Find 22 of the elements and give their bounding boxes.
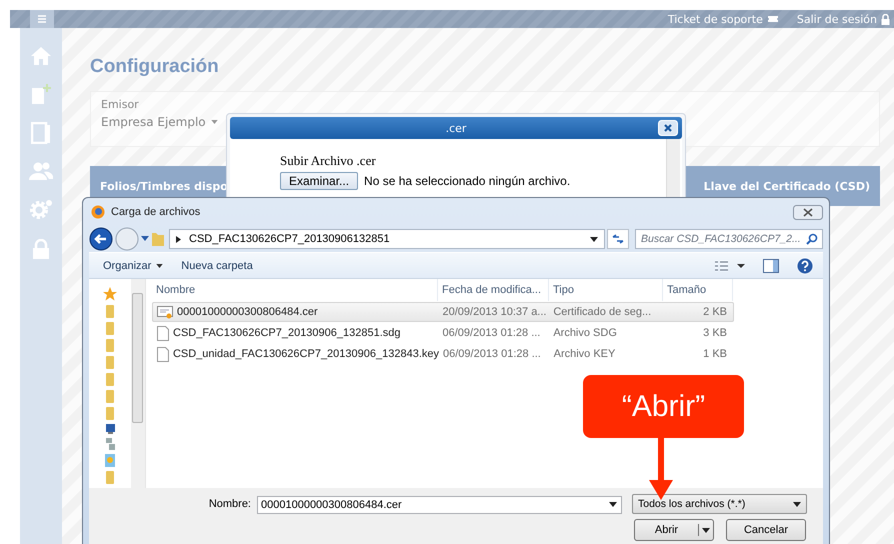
table-cell-text: Archivo KEY (552, 348, 616, 360)
table-cell-text: 06/09/2013 01:28 ... (442, 327, 542, 339)
file-name: CSD_unidad_FAC130626CP7_20130906_132843.key (172, 348, 439, 360)
modal-title: .cer (446, 122, 466, 134)
section-heading: Llave del Certificado (CSD) (704, 180, 870, 192)
emisor-label: Emisor (101, 98, 140, 111)
table-cell-text: 3 KB (702, 327, 728, 339)
section-heading: Folios/Timbres dispo (100, 180, 228, 192)
table-cell-text: 2 KB (702, 306, 728, 318)
table-cell-text: Archivo SDG (552, 327, 618, 339)
table-cell-text: 20/09/2013 10:37 a... (442, 306, 548, 318)
table-cell-text: Certificado de seg... (552, 306, 652, 318)
file-name: 00001000000300806484.cer (177, 306, 318, 318)
modal-heading: Subir Archivo .cer (280, 153, 377, 169)
page-title: Configuración (90, 56, 220, 78)
filename-label: Nombre: (208, 498, 251, 510)
table-cell-text: 1 KB (702, 348, 728, 360)
dialog-title: Carga de archivos (111, 206, 200, 218)
file-name: CSD_FAC130626CP7_20130906_132851.sdg (173, 327, 401, 339)
callout-label: “Abrir” (583, 375, 744, 438)
file-status: No se ha seleccionado ningún archivo. (364, 174, 570, 188)
table-cell-text: 06/09/2013 01:28 ... (442, 348, 542, 360)
